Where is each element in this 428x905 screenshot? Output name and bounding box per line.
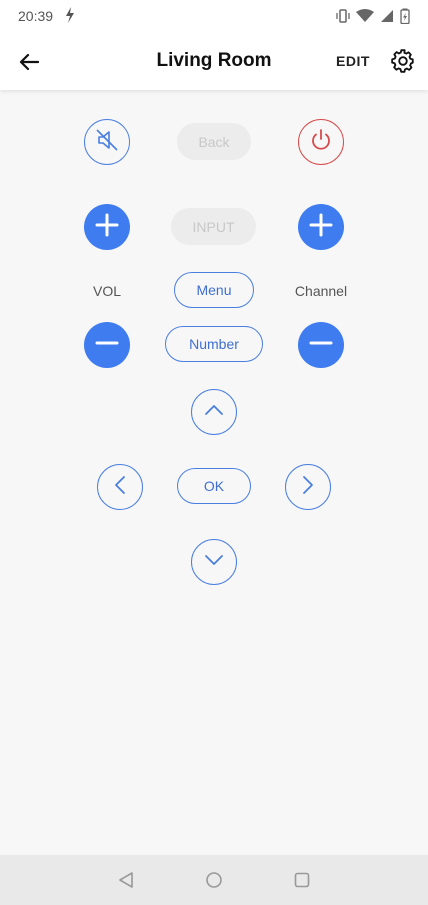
chevron-down-icon bbox=[203, 549, 225, 576]
dpad-right-button[interactable] bbox=[285, 464, 331, 510]
battery-icon bbox=[400, 8, 410, 29]
power-button[interactable] bbox=[298, 119, 344, 165]
chevron-right-icon bbox=[297, 474, 319, 501]
input-button[interactable]: INPUT bbox=[171, 208, 256, 245]
mute-button[interactable] bbox=[84, 119, 130, 165]
minus-icon bbox=[308, 330, 334, 361]
wifi-icon bbox=[356, 9, 374, 28]
system-nav-bar bbox=[0, 855, 428, 905]
app-bar: Living Room EDIT bbox=[0, 34, 428, 90]
back-button[interactable]: Back bbox=[177, 123, 251, 160]
plus-icon bbox=[94, 212, 120, 243]
power-icon bbox=[308, 127, 334, 158]
back-arrow-button[interactable] bbox=[14, 48, 44, 76]
chevron-up-icon bbox=[203, 399, 225, 426]
dpad-down-button[interactable] bbox=[191, 539, 237, 585]
status-time: 20:39 bbox=[18, 8, 54, 24]
vol-label: VOL bbox=[92, 283, 121, 299]
vibrate-icon bbox=[336, 8, 350, 29]
minus-icon bbox=[94, 330, 120, 361]
gear-icon[interactable] bbox=[390, 48, 416, 74]
dpad-up-button[interactable] bbox=[191, 389, 237, 435]
channel-up-button[interactable] bbox=[298, 204, 344, 250]
nav-recents-button[interactable] bbox=[293, 871, 311, 889]
plus-icon bbox=[308, 212, 334, 243]
status-bar: 20:39 bbox=[0, 0, 428, 34]
status-icons bbox=[336, 8, 410, 29]
chevron-left-icon bbox=[109, 474, 131, 501]
edit-button[interactable]: EDIT bbox=[336, 53, 370, 69]
number-button[interactable]: Number bbox=[165, 326, 263, 362]
volume-up-button[interactable] bbox=[84, 204, 130, 250]
signal-icon bbox=[380, 9, 394, 28]
dpad-left-button[interactable] bbox=[97, 464, 143, 510]
nav-home-button[interactable] bbox=[205, 871, 223, 889]
menu-button[interactable]: Menu bbox=[174, 272, 254, 308]
channel-label: Channel bbox=[294, 283, 348, 299]
ok-button[interactable]: OK bbox=[177, 468, 251, 504]
volume-down-button[interactable] bbox=[84, 322, 130, 368]
flash-icon bbox=[64, 6, 76, 29]
nav-back-button[interactable] bbox=[117, 871, 135, 889]
mute-icon bbox=[94, 127, 120, 158]
channel-down-button[interactable] bbox=[298, 322, 344, 368]
